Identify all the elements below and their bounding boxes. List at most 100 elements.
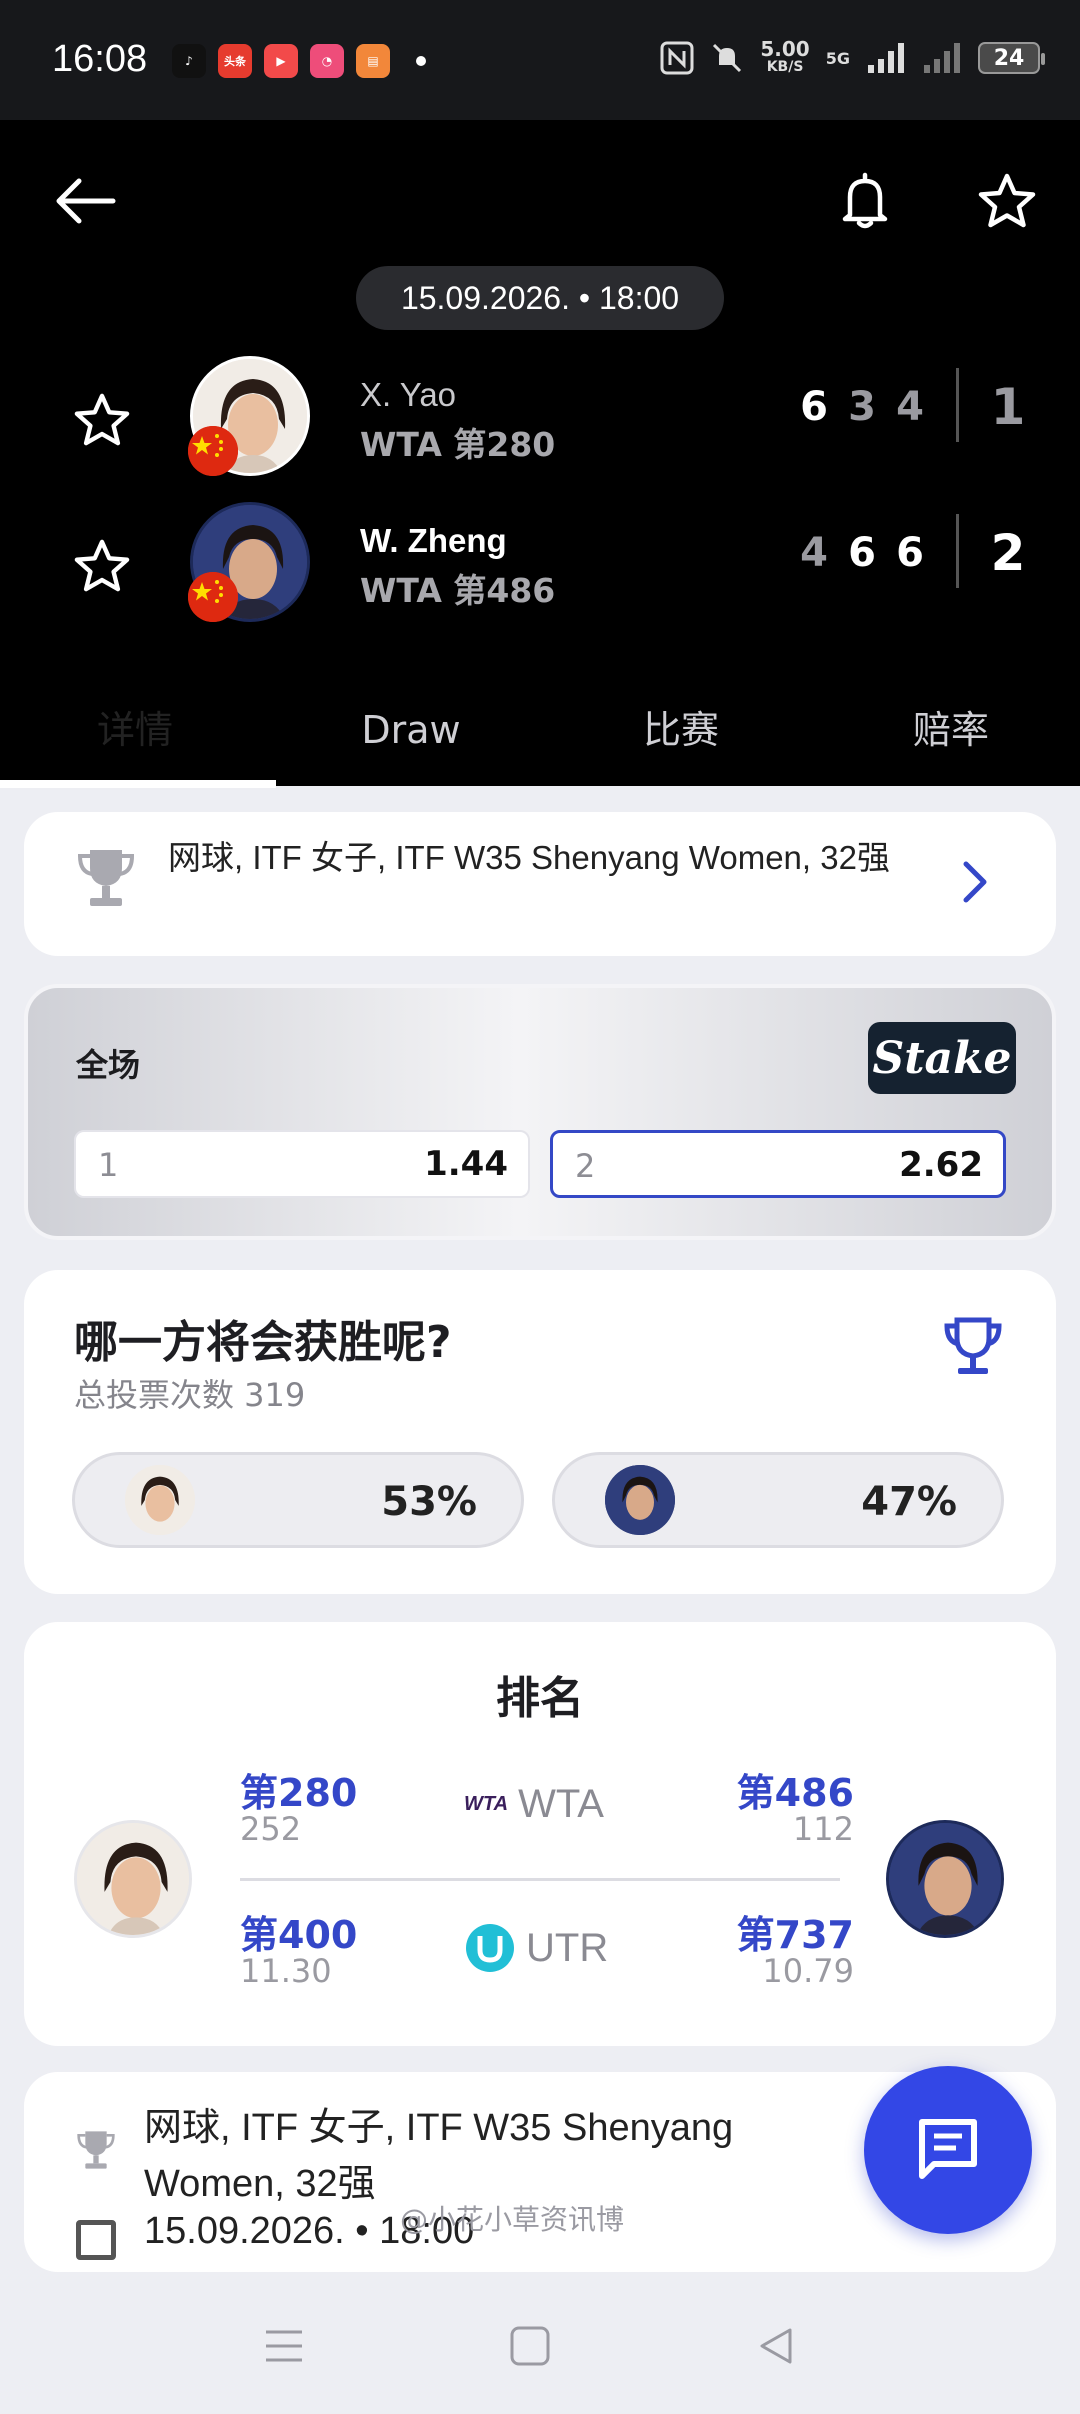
status-bar: 16:08 ♪ 头条 ▶ ◔ ▤ 5.00 KB/S 5G 24 <box>0 0 1080 120</box>
match-header: 15.09.2026. • 18:00 X. Yao WTA 第280 6 3 <box>0 120 1080 788</box>
mini-avatar <box>125 1465 195 1535</box>
wta-logo-icon: WTA <box>464 1793 509 1815</box>
set-score: 4 <box>896 384 924 430</box>
odds-option-key: 1 <box>98 1146 119 1184</box>
wta-points-left: 252 <box>240 1810 302 1848</box>
set-score: 6 <box>800 384 828 430</box>
home-square-icon <box>510 2326 550 2366</box>
trophy-icon <box>76 2128 116 2176</box>
utr-rating-right: 10.79 <box>762 1952 854 1990</box>
calendar-icon <box>76 2220 116 2260</box>
wta-org-label: WTA <box>518 1782 604 1826</box>
utr-logo-icon <box>466 1924 514 1972</box>
odds-option-value: 2.62 <box>899 1145 983 1185</box>
player-name: X. Yao <box>360 376 457 413</box>
star-outline-icon <box>74 539 130 592</box>
avatar <box>886 1820 1004 1938</box>
notification-dot-icon <box>416 56 426 66</box>
odds-market-label: 全场 <box>76 1046 141 1084</box>
signal-icon <box>868 43 904 73</box>
follow-player-yao-button[interactable] <box>60 378 144 462</box>
active-tab-indicator <box>0 780 276 788</box>
match-datetime: 15.09.2026. • 18:00 <box>356 266 724 330</box>
set-scores: 6 3 4 <box>790 384 934 430</box>
tab-matches[interactable]: 比赛 <box>546 680 816 780</box>
vote-card: 哪一方将会获胜呢? 总投票次数 319 53% 47% <box>24 1270 1056 1594</box>
utr-rating-left: 11.30 <box>240 1952 332 1990</box>
watermark-text: @小花小草资讯博 <box>400 2203 625 2236</box>
signal-label: 5G <box>825 48 850 68</box>
network-speed: 5.00 KB/S <box>760 39 809 76</box>
mute-icon <box>713 43 742 73</box>
follow-player-zheng-button[interactable] <box>60 524 144 608</box>
nav-home-button[interactable] <box>490 2316 570 2376</box>
ranking-card: 排名 第280 252 WTA WTA 第486 112 第400 11.30 … <box>24 1622 1056 2046</box>
tournament-name: 网球, ITF 女子, ITF W35 Shenyang Women, 32强 <box>168 839 890 876</box>
tab-odds[interactable]: 赔率 <box>816 680 1080 780</box>
set-score: 3 <box>848 384 876 430</box>
player-name: W. Zheng <box>360 522 507 559</box>
vote-question: 哪一方将会获胜呢? <box>74 1317 452 1368</box>
vote-option-zheng[interactable]: 47% <box>552 1452 1004 1548</box>
tab-draw[interactable]: Draw <box>276 680 546 780</box>
score-divider <box>956 368 959 442</box>
back-triangle-icon <box>760 2328 792 2364</box>
odds-card: 全场 Stake 1 1.44 2 2.62 <box>24 984 1056 1240</box>
chat-fab-button[interactable] <box>864 2066 1032 2234</box>
network-speed-unit: KB/S <box>766 59 804 75</box>
bell-icon <box>842 172 888 229</box>
tab-details[interactable]: 详情 <box>0 680 270 780</box>
player-row-zheng[interactable]: W. Zheng WTA 第486 4 6 6 2 <box>0 500 1080 630</box>
ranking-divider <box>240 1878 840 1881</box>
back-button[interactable] <box>40 156 130 246</box>
star-outline-icon <box>978 173 1036 228</box>
trophy-outline-icon <box>940 1314 1006 1384</box>
player-avatar-zheng <box>188 502 314 626</box>
odds-option-home[interactable]: 1 1.44 <box>74 1130 530 1198</box>
wta-rank-right: 第486 <box>736 1771 854 1815</box>
player-row-yao[interactable]: X. Yao WTA 第280 6 3 4 1 <box>0 354 1080 484</box>
tournament-card[interactable]: 网球, ITF 女子, ITF W35 Shenyang Women, 32强 <box>24 812 1056 956</box>
wta-rank-left: 第280 <box>240 1771 358 1815</box>
utr-rank-left: 第400 <box>240 1913 358 1957</box>
system-nav-bar <box>0 2276 1080 2414</box>
player-rank: WTA 第486 <box>360 571 556 610</box>
notification-bell-button[interactable] <box>820 156 910 246</box>
set-score: 4 <box>800 530 828 576</box>
nav-recents-button[interactable] <box>244 2316 324 2376</box>
player-avatar-yao <box>188 356 314 480</box>
chat-icon <box>919 2119 977 2179</box>
utr-org-label: UTR <box>526 1925 609 1970</box>
china-flag-icon <box>188 426 238 476</box>
info-tournament-name: 网球, ITF 女子, ITF W35 Shenyang Women, 32强 <box>144 2107 734 2205</box>
video-app-icon: ▶ <box>264 44 298 78</box>
tiktok-app-icon: ♪ <box>172 44 206 78</box>
set-scores: 4 6 6 <box>790 530 934 576</box>
wta-org: WTA WTA <box>464 1782 604 1827</box>
arrow-left-icon <box>56 178 116 224</box>
ranking-title: 排名 <box>496 1673 584 1724</box>
china-flag-icon <box>188 572 238 622</box>
player-rank: WTA 第280 <box>360 425 556 464</box>
odds-option-away[interactable]: 2 2.62 <box>550 1130 1006 1198</box>
stake-logo[interactable]: Stake <box>868 1022 1016 1094</box>
status-time: 16:08 <box>52 38 148 80</box>
odds-option-key: 2 <box>575 1147 596 1185</box>
toutiao-app-icon: 头条 <box>218 44 252 78</box>
watermark: @小花小草资讯博 <box>400 2198 624 2238</box>
nfc-icon <box>660 41 694 75</box>
menu-icon <box>266 2330 302 2362</box>
vote-total: 总投票次数 319 <box>74 1376 306 1414</box>
star-outline-icon <box>74 393 130 446</box>
nav-back-button[interactable] <box>736 2316 816 2376</box>
status-app-icons: ♪ 头条 ▶ ◔ ▤ <box>172 44 426 78</box>
set-score: 6 <box>848 530 876 576</box>
vote-option-yao[interactable]: 53% <box>72 1452 524 1548</box>
favorite-match-button[interactable] <box>962 156 1052 246</box>
reader-app-icon: ▤ <box>356 44 390 78</box>
match-tabs: 详情 Draw 比赛 赔率 <box>0 680 1080 786</box>
odds-option-value: 1.44 <box>424 1144 508 1184</box>
chat-app-icon: ◔ <box>310 44 344 78</box>
vote-percentage: 53% <box>381 1479 477 1525</box>
sets-won-total: 2 <box>990 524 1026 582</box>
